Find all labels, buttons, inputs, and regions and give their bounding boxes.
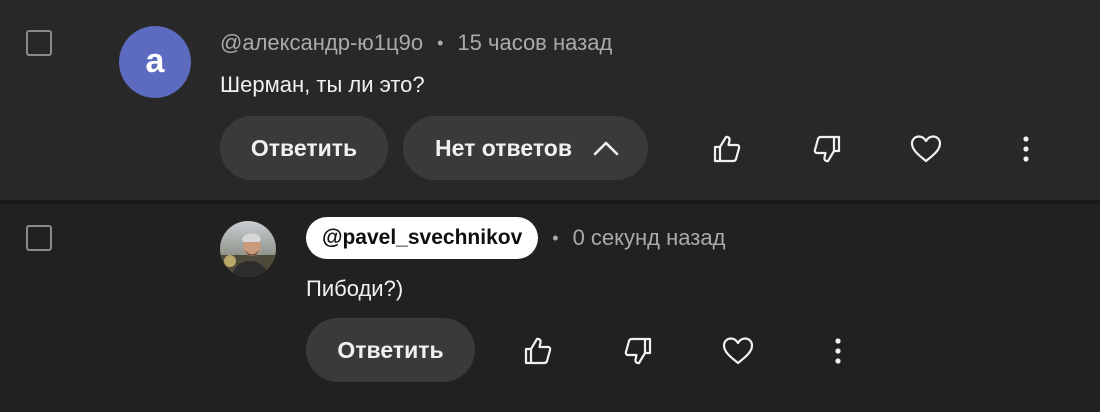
reply-button[interactable]: Ответить [306,318,475,382]
separator-dot: • [552,227,559,248]
comment-meta: @pavel_svechnikov • 0 секунд назад [306,217,725,259]
dislike-button[interactable] [616,329,660,373]
dislike-button[interactable] [805,127,849,171]
comment-timestamp: 0 секунд назад [572,225,726,250]
reply-button[interactable]: Ответить [220,116,388,180]
more-options-button[interactable] [1004,127,1048,171]
like-button[interactable] [705,127,749,171]
comment-meta: @александр-ю1ц9о • 15 часов назад [220,29,612,57]
comment-item: @pavel_svechnikov • 0 секунд назад Пибод… [0,200,1100,412]
comment-text: Шерман, ты ли это? [220,72,425,97]
comment-item: а @александр-ю1ц9о • 15 часов назад Шерм… [0,0,1100,200]
like-icon [711,133,743,165]
like-icon [522,335,554,367]
dislike-icon [811,133,843,165]
replies-toggle-label: Нет ответов [435,134,572,161]
more-options-button[interactable] [816,329,860,373]
select-checkbox[interactable] [26,225,52,251]
author-handle[interactable]: @pavel_svechnikov [306,217,539,259]
replies-toggle-button[interactable]: Нет ответов [403,116,648,180]
heart-button[interactable] [904,127,948,171]
select-checkbox[interactable] [26,30,52,56]
like-button[interactable] [516,329,560,373]
comment-timestamp: 15 часов назад [457,30,613,55]
heart-icon [909,133,943,165]
more-vert-icon [833,337,843,365]
separator-dot: • [437,32,444,53]
reply-button-label: Ответить [337,336,444,363]
author-handle[interactable]: @александр-ю1ц9о [220,30,423,56]
reply-button-label: Ответить [250,134,358,161]
heart-icon [721,335,755,367]
chevron-up-icon [592,139,620,157]
dislike-icon [622,335,654,367]
heart-button[interactable] [716,329,760,373]
avatar[interactable] [220,221,276,277]
comment-text: Пибоди?) [306,276,404,301]
avatar[interactable]: а [119,26,191,98]
more-vert-icon [1021,135,1031,163]
